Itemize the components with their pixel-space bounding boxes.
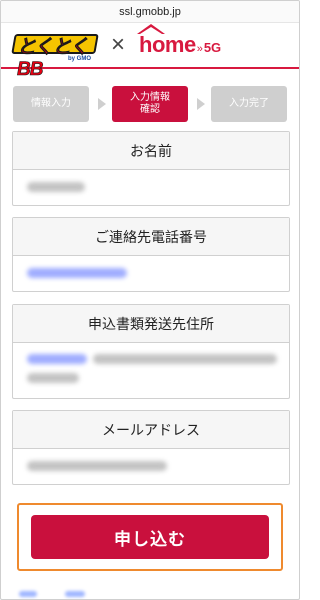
arrows-icon: »	[196, 43, 203, 55]
phone-section: ご連絡先電話番号	[12, 217, 290, 292]
chevron-right-icon	[197, 98, 205, 110]
home-5g-logo: home » 5G	[137, 24, 222, 58]
section-title: お名前	[13, 132, 289, 170]
step-confirm-line2: 確認	[140, 104, 160, 115]
footer-links	[19, 591, 85, 597]
step-complete-label: 入力完了	[229, 98, 269, 109]
phone-frame: ssl.gmobb.jp とくとくBB by GMO × home » 5G 情…	[0, 0, 300, 600]
redacted-text	[27, 373, 79, 383]
tokutoku-bb-logo: とくとくBB by GMO	[11, 28, 99, 80]
footer-link[interactable]	[19, 591, 37, 597]
name-value	[13, 170, 289, 206]
address-bar[interactable]: ssl.gmobb.jp	[1, 1, 299, 23]
step-input: 情報入力	[13, 86, 89, 122]
url-text: ssl.gmobb.jp	[119, 5, 181, 18]
section-title: メールアドレス	[13, 411, 289, 449]
redacted-text	[27, 354, 87, 364]
5g-label: 5G	[203, 40, 222, 55]
times-symbol: ×	[111, 31, 126, 58]
address-value	[13, 343, 289, 399]
phone-value	[13, 256, 289, 292]
redacted-text	[27, 461, 167, 471]
chevron-right-icon	[98, 98, 106, 110]
address-section: 申込書類発送先住所	[12, 304, 290, 399]
email-value	[13, 449, 289, 485]
step-confirm-line1: 入力情報	[130, 92, 170, 103]
logo-sub: by GMO	[67, 56, 91, 62]
home-word: home	[139, 32, 196, 57]
redacted-text	[27, 268, 127, 278]
redacted-text	[93, 354, 277, 364]
step-complete: 入力完了	[211, 86, 287, 122]
step-input-label: 情報入力	[31, 98, 71, 109]
step-confirm: 入力情報 確認	[112, 86, 188, 122]
email-section: メールアドレス	[12, 410, 290, 485]
footer-link[interactable]	[65, 591, 85, 597]
house-roof-icon	[137, 24, 166, 34]
name-section: お名前	[12, 131, 290, 206]
section-title: ご連絡先電話番号	[13, 218, 289, 256]
apply-button[interactable]: 申し込む	[31, 515, 269, 559]
submit-highlight: 申し込む	[17, 503, 283, 571]
redacted-text	[27, 182, 85, 192]
section-title: 申込書類発送先住所	[13, 305, 289, 343]
brand-header: とくとくBB by GMO × home » 5G	[1, 23, 299, 80]
step-confirm-label: 入力情報 確認	[130, 92, 170, 116]
